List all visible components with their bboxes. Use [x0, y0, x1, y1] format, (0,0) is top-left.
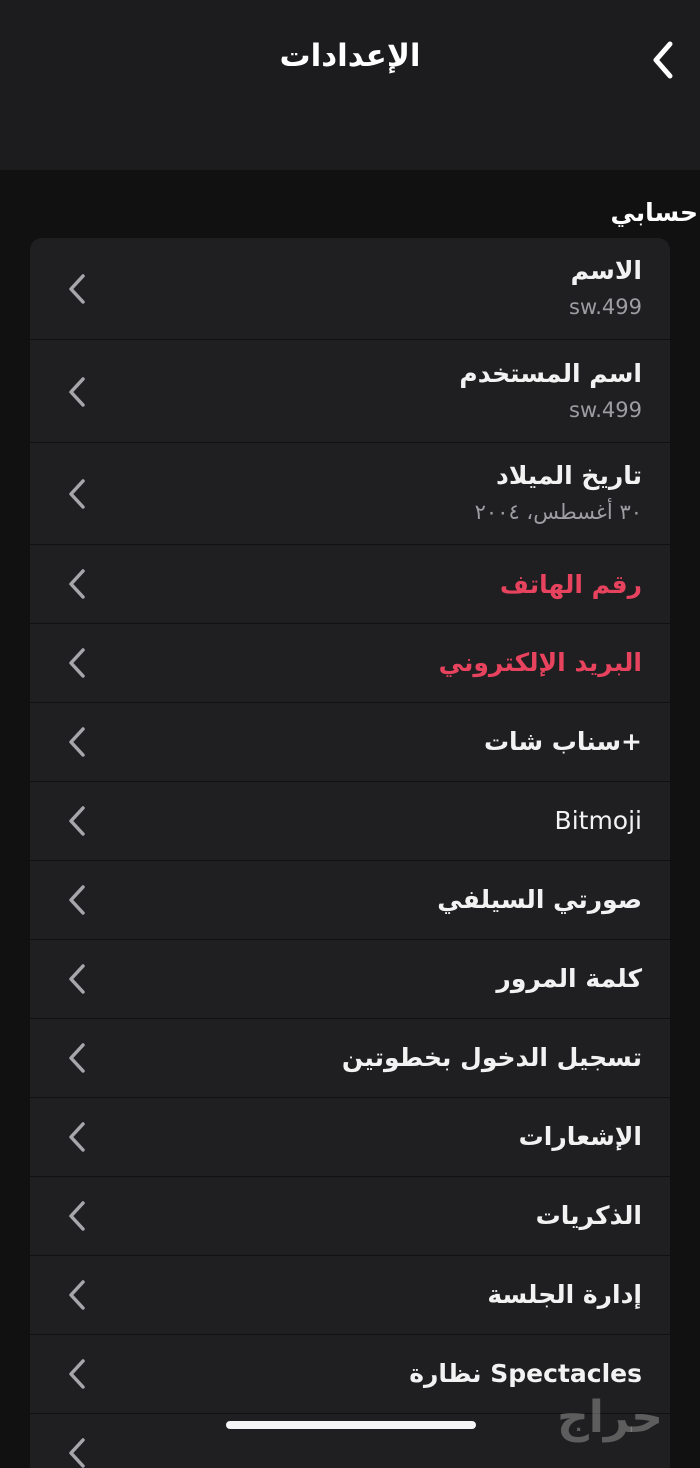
settings-item-memories[interactable]: الذكريات: [30, 1177, 670, 1256]
settings-item-label: تسجيل الدخول بخطوتين: [341, 1043, 642, 1072]
settings-item-label: الإشعارات: [518, 1122, 642, 1151]
chevron-left-icon: [69, 1359, 85, 1389]
settings-item-password[interactable]: كلمة المرور: [30, 940, 670, 1019]
settings-item-label: رقم الهاتف: [499, 570, 642, 599]
chevron-left-icon: [69, 1201, 85, 1231]
settings-item-label: كلمة المرور: [496, 964, 642, 993]
settings-item-label: سناب شات+: [483, 727, 642, 756]
settings-item-label: الاسم: [570, 256, 642, 285]
chevron-left-icon: [69, 569, 85, 599]
haraj-watermark: حراج: [557, 1392, 663, 1443]
section-title-my-account: حسابي: [610, 198, 698, 227]
chevron-left-icon: [69, 1280, 85, 1310]
chevron-left-icon: [69, 1122, 85, 1152]
settings-item-two-factor[interactable]: تسجيل الدخول بخطوتين: [30, 1019, 670, 1098]
chevron-left-icon: [69, 648, 85, 678]
settings-item-value: sw.499: [569, 295, 642, 319]
account-settings-list: الاسم sw.499 اسم المستخدم sw.499 تاريخ ا…: [30, 238, 670, 1468]
settings-item-label: Bitmoji: [554, 806, 642, 835]
settings-item-session-management[interactable]: إدارة الجلسة: [30, 1256, 670, 1335]
settings-item-value: sw.499: [569, 398, 642, 422]
settings-item-email[interactable]: البريد الإلكتروني: [30, 624, 670, 703]
settings-item-label: نظارة Spectacles: [409, 1359, 642, 1388]
settings-item-label: إدارة الجلسة: [487, 1280, 642, 1309]
settings-item-label: تاريخ الميلاد: [495, 461, 642, 490]
settings-item-selfie[interactable]: صورتي السيلفي: [30, 861, 670, 940]
chevron-left-icon: [69, 479, 85, 509]
settings-item-label: البريد الإلكتروني: [438, 648, 642, 677]
settings-item-phone[interactable]: رقم الهاتف: [30, 545, 670, 624]
chevron-left-icon: [69, 1043, 85, 1073]
settings-item-label: الذكريات: [535, 1201, 642, 1230]
page-title: الإعدادات: [279, 38, 421, 74]
chevron-left-icon: [69, 1438, 85, 1468]
settings-item-label: صورتي السيلفي: [437, 885, 642, 914]
settings-item-snapchat-plus[interactable]: سناب شات+: [30, 703, 670, 782]
settings-item-value: ٣٠ أغسطس، ٢٠٠٤: [474, 500, 642, 524]
chevron-left-icon: [69, 885, 85, 915]
chevron-left-icon: [69, 727, 85, 757]
settings-item-label: اسم المستخدم: [459, 359, 642, 388]
settings-item-name[interactable]: الاسم sw.499: [30, 238, 670, 340]
chevron-left-icon: [69, 806, 85, 836]
chevron-left-icon: [69, 274, 85, 304]
settings-item-username[interactable]: اسم المستخدم sw.499: [30, 340, 670, 443]
chevron-left-icon: [69, 377, 85, 407]
settings-item-notifications[interactable]: الإشعارات: [30, 1098, 670, 1177]
settings-item-bitmoji[interactable]: Bitmoji: [30, 782, 670, 861]
nav-header: الإعدادات: [0, 0, 700, 170]
home-indicator[interactable]: [226, 1421, 476, 1429]
settings-item-birthday[interactable]: تاريخ الميلاد ٣٠ أغسطس، ٢٠٠٤: [30, 443, 670, 545]
chevron-left-icon: [69, 964, 85, 994]
